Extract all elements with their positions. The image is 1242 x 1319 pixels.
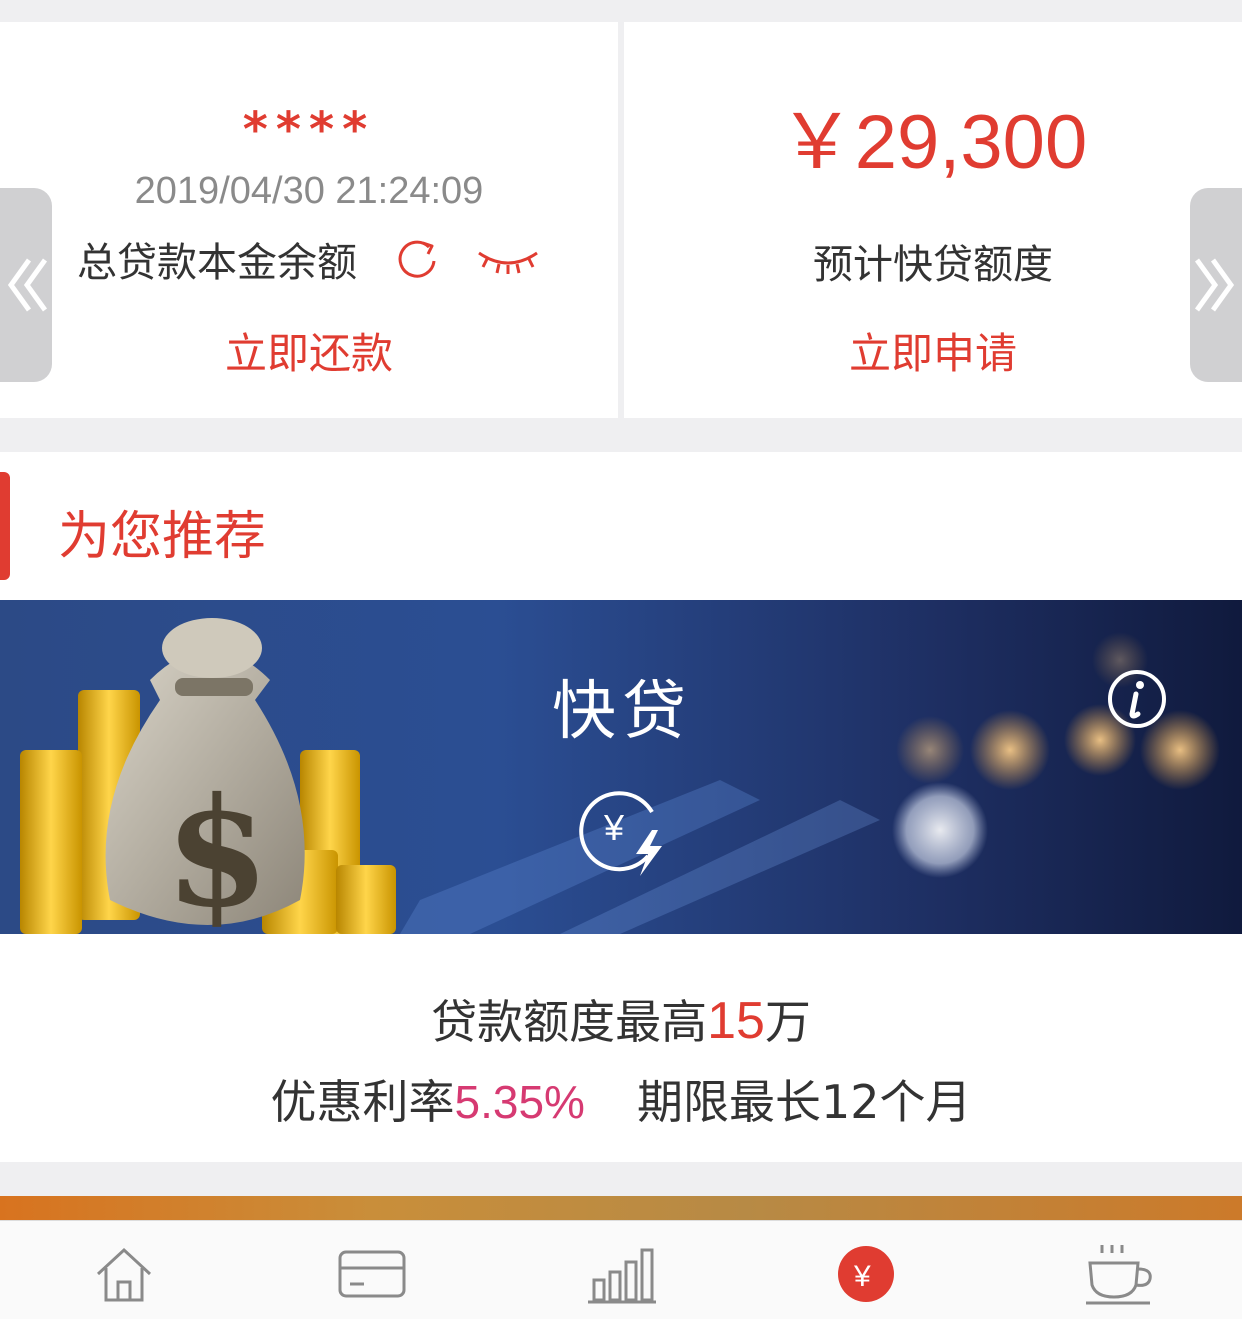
apply-now-link[interactable]: 立即申请 [624,320,1242,381]
quota-card: ￥29,300 预计快贷额度 立即申请 [624,22,1242,418]
banner-title: 快贷 [552,675,692,749]
double-chevron-right-icon [1194,258,1235,312]
recommend-section-header: 为您推荐 [0,452,1242,600]
loan-balance-label: 总贷款本金余额 [77,240,357,286]
recommend-title: 为您推荐 [58,507,267,567]
svg-text:¥: ¥ [603,807,625,848]
limit-value: 15 [707,992,765,1050]
tab-home[interactable] [84,1239,164,1309]
chart-icon [588,1248,656,1304]
tab-life[interactable] [1080,1239,1160,1309]
svg-text:¥: ¥ [853,1260,871,1293]
limit-prefix: 贷款额度最高 [431,995,708,1049]
refresh-icon[interactable] [393,235,441,283]
loan-promo-details: 贷款额度最高15万 优惠利率5.35% 期限最长12个月 [0,934,1242,1162]
loan-flash-icon: ¥ [578,782,674,882]
next-banner-peek [0,1196,1242,1220]
next-arrow-button[interactable] [1190,188,1242,382]
prev-arrow-button[interactable] [0,188,52,382]
loan-icon: ¥ [838,1246,894,1302]
masked-loan-amount: **** [242,102,376,158]
svg-text:$: $ [165,765,269,934]
quick-loan-banner[interactable]: $ 快贷 ¥ [0,600,1242,934]
repay-now-link[interactable]: 立即还款 [0,320,618,381]
banner-background: $ [20,618,1220,934]
rate-prefix: 优惠利率 [270,1075,455,1129]
bottom-tab-bar: ¥ [0,1220,1242,1319]
promo-line-limit: 贷款额度最高15万 [0,986,1242,1052]
info-icon[interactable] [1106,668,1168,734]
rate-value: 5.35% [454,1076,585,1128]
home-icon [96,1247,152,1302]
coffee-icon [1086,1245,1152,1305]
promo-line-rate: 优惠利率5.35% 期限最长12个月 [0,1066,1242,1132]
loan-label-row: 总贷款本金余额 [0,230,618,288]
tab-loan[interactable]: ¥ [826,1239,906,1309]
term-text: 期限最长12个月 [636,1075,972,1129]
tab-cards[interactable] [332,1239,412,1309]
update-timestamp: 2019/04/30 21:24:09 [134,170,484,212]
loan-balance-card: **** 2019/04/30 21:24:09 总贷款本金余额 立即还款 [0,22,618,418]
card-icon [338,1250,406,1298]
quota-label: 预计快贷额度 [813,242,1053,288]
limit-suffix: 万 [764,995,811,1049]
quota-amount: ￥29,300 [778,100,1088,185]
double-chevron-left-icon [7,258,48,312]
tab-wealth[interactable] [582,1239,662,1309]
section-accent-bar [0,472,10,580]
hide-eye-icon[interactable] [475,239,541,279]
